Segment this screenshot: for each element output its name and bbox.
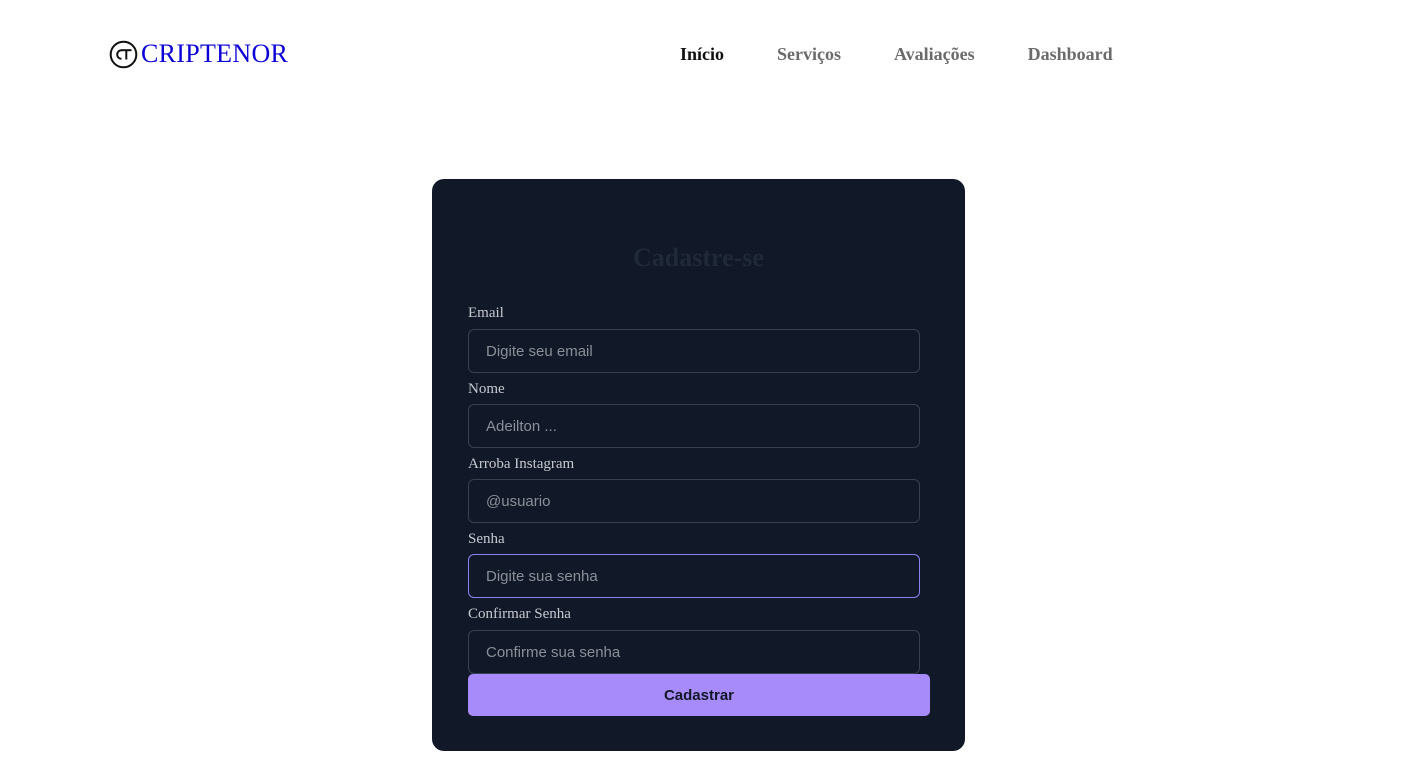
name-field[interactable] <box>468 404 920 448</box>
password-label: Senha <box>468 531 505 547</box>
form-title: Cadastre-se <box>633 243 764 272</box>
site-header: CRIPTENOR Início Serviços Avaliações Das… <box>0 0 1407 108</box>
brand-logo-link[interactable]: CRIPTENOR <box>109 38 288 70</box>
nav-item-dashboard[interactable]: Dashboard <box>1028 43 1113 65</box>
password-field[interactable] <box>468 554 920 598</box>
ct-circle-logo-icon <box>109 40 138 68</box>
instagram-label: Arroba Instagram <box>468 456 575 472</box>
confirm-password-field[interactable] <box>468 630 920 674</box>
email-label: Email <box>468 305 504 321</box>
register-button[interactable]: Cadastrar <box>468 674 930 716</box>
email-field[interactable] <box>468 329 920 373</box>
nav-item-servicos[interactable]: Serviços <box>777 43 841 65</box>
nav-item-inicio[interactable]: Início <box>680 43 724 65</box>
brand-name: CRIPTENOR <box>141 39 289 68</box>
instagram-field[interactable] <box>468 479 920 523</box>
main-nav: Início Serviços Avaliações Dashboard <box>680 43 1113 65</box>
confirm-password-label: Confirmar Senha <box>468 606 571 622</box>
nav-item-avaliacoes[interactable]: Avaliações <box>894 43 975 65</box>
name-label: Nome <box>468 381 505 397</box>
